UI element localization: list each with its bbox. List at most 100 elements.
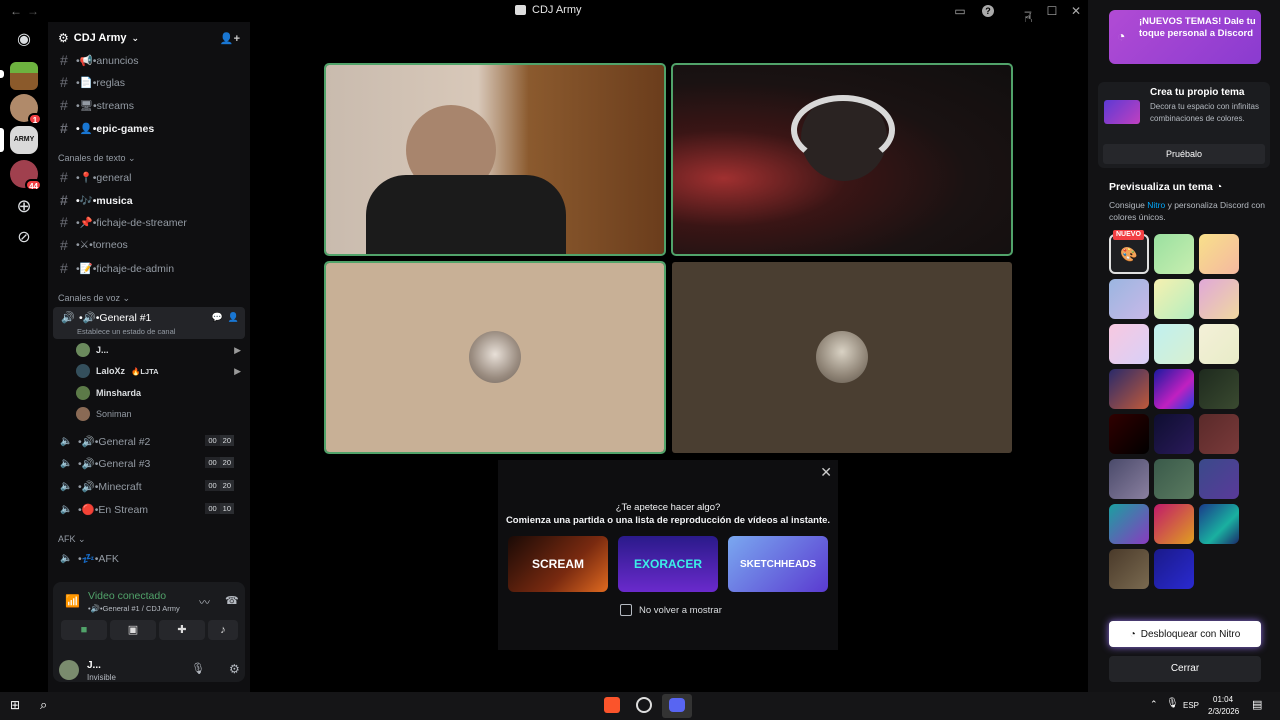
server-minecraft-icon[interactable] [10,62,38,90]
game-sketchheads[interactable]: SKETCHHEADS [728,536,828,592]
voice-channel-general-1[interactable]: 🔊 •🔊•General #1 Establece un estado de c… [53,307,245,339]
tray-chevron-icon[interactable]: ⌃ [1150,699,1158,710]
theme-swatch[interactable] [1109,549,1149,589]
channel-general[interactable]: # •📍•general [54,167,244,187]
category-text-channels[interactable]: Canales de texto ⌄ [58,153,136,164]
voice-channel-general-3[interactable]: 🔈 •🔊•General #3 00 20 [54,453,244,473]
account-avatar[interactable] [59,660,79,680]
close-icon[interactable]: ✕ [820,464,832,481]
maximize-button[interactable]: ☐ [1044,3,1060,19]
theme-swatch[interactable] [1154,234,1194,274]
theme-swatch[interactable] [1199,369,1239,409]
voice-user[interactable]: J... ▶ [76,340,241,360]
add-member-icon[interactable]: 👤+ [220,32,240,45]
channel-anuncios[interactable]: # •📢•anuncios [54,50,244,70]
discord-home-icon[interactable]: ◉ [10,26,38,54]
custom-theme-swatch[interactable]: 🎨 NUEVO [1109,230,1149,274]
explore-compass-icon[interactable]: ⊘ [10,224,38,252]
voice-channel-afk[interactable]: 🔈 •💤•AFK [54,548,244,568]
discord-icon[interactable] [669,698,685,712]
voice-user[interactable]: Minsharda [76,383,241,403]
voice-user[interactable]: LaloXz 🔥LJTA ▶ [76,361,241,381]
unlock-nitro-button[interactable]: ◔ Desbloquear con Nitro [1109,621,1261,647]
category-afk[interactable]: AFK ⌄ [58,534,86,545]
theme-swatch[interactable] [1154,504,1194,544]
channel-status-text[interactable]: Establece un estado de canal [77,327,175,336]
theme-swatch[interactable] [1154,459,1194,499]
camera-button[interactable]: ■ [61,620,107,640]
theme-swatch[interactable] [1199,504,1239,544]
theme-swatch[interactable] [1154,324,1194,364]
invite-icon[interactable]: 👤 [228,312,239,323]
soundboard-button[interactable]: ♪ [208,620,238,640]
video-tile-user-1[interactable] [324,63,666,256]
theme-swatch[interactable] [1199,414,1239,454]
channel-epic-games[interactable]: # •👤•epic-games [54,118,244,138]
checkbox[interactable] [620,604,632,616]
theme-swatch[interactable] [1109,459,1149,499]
brave-browser-icon[interactable] [604,697,620,713]
microphone-icon[interactable]: 🎙 [1166,698,1179,709]
voice-user[interactable]: Soniman [76,404,241,424]
channel-reglas[interactable]: # •📄•reglas [54,72,244,92]
voice-channel-general-2[interactable]: 🔈 •🔊•General #2 00 20 [54,431,244,451]
category-voice-channels[interactable]: Canales de voz ⌄ [58,293,130,304]
theme-swatch[interactable] [1109,369,1149,409]
close-panel-button[interactable]: Cerrar [1109,656,1261,682]
forward-arrow-icon[interactable]: → [27,4,39,18]
channel-musica[interactable]: # •🎶•musica [54,190,244,210]
voice-channel-en-stream[interactable]: 🔈 •🔴•En Stream 00 10 [54,499,244,519]
theme-swatch[interactable] [1154,369,1194,409]
disconnect-icon[interactable]: ☎ [225,594,239,607]
notification-icon[interactable]: ▤ [1252,698,1262,711]
theme-swatch[interactable] [1109,414,1149,454]
nitro-banner[interactable]: ◔ ¡NUEVOS TEMAS! Dale tu toque personal … [1109,10,1261,64]
language-indicator[interactable]: ESP [1183,701,1199,710]
theme-swatch[interactable] [1199,324,1239,364]
clock-time[interactable]: 01:04 [1213,695,1233,704]
clock-date[interactable]: 2/3/2026 [1208,707,1239,716]
microphone-icon[interactable]: 🎙 [191,662,205,675]
theme-swatch[interactable] [1199,459,1239,499]
nitro-link[interactable]: Nitro [1147,200,1165,210]
channel-fichaje-de-streamer[interactable]: # •📌•fichaje-de-streamer [54,212,244,232]
channel-torneos[interactable]: # •⚔•torneos [54,235,244,255]
user-tile-cat[interactable] [324,261,666,454]
voice-channel-minecraft[interactable]: 🔈 •🔊•Minecraft 00 20 [54,476,244,496]
signal-icon[interactable]: 📶 [65,594,80,608]
theme-swatch[interactable] [1154,549,1194,589]
chat-bubble-icon[interactable]: 💬 [212,312,223,323]
theme-swatch[interactable] [1109,504,1149,544]
user-tile-group[interactable] [672,262,1012,453]
noise-suppression-icon[interactable]: 〰 [199,594,210,610]
screen-share-button[interactable]: ▣ [110,620,156,640]
back-arrow-icon[interactable]: ← [10,4,22,18]
title-bar: ← → CDJ Army ▭ ? – ☐ ✕ ☝ [0,0,1088,26]
theme-swatch[interactable] [1199,279,1239,319]
video-tile-user-2[interactable] [671,63,1013,256]
theme-swatch[interactable] [1109,324,1149,364]
inbox-icon[interactable]: ▭ [952,3,968,19]
theme-swatch[interactable] [1154,279,1194,319]
server-avatar-icon[interactable]: 1 [10,94,42,125]
theme-swatch[interactable] [1154,414,1194,454]
game-scream[interactable]: SCREAM [508,536,608,592]
channel-fichaje-de-admin[interactable]: # •📝•fichaje-de-admin [54,258,244,278]
close-window-button[interactable]: ✕ [1068,3,1084,19]
server-cdj-army-icon[interactable]: ARMY [10,126,38,154]
obs-icon[interactable] [636,697,652,713]
add-server-icon[interactable]: ⊕ [10,192,38,220]
windows-start-icon[interactable]: ⊞ [10,698,20,712]
settings-gear-icon[interactable]: ⚙ [229,662,240,676]
server-other-icon[interactable]: 44 [10,160,42,191]
search-icon[interactable]: ⌕ [40,697,47,713]
game-exoracer[interactable]: EXORACER [618,536,718,592]
channel-streams[interactable]: # •🖥•streams [54,95,244,115]
theme-swatch[interactable] [1109,279,1149,319]
voice-channel-link[interactable]: •🔊•General #1 / CDJ Army [88,604,180,613]
activities-button[interactable]: ✚ [159,620,205,640]
try-button[interactable]: Pruébalo [1103,144,1265,164]
dont-show-again[interactable]: No volver a mostrar [620,604,722,616]
help-icon[interactable]: ? [982,5,994,17]
theme-swatch[interactable] [1199,234,1239,274]
